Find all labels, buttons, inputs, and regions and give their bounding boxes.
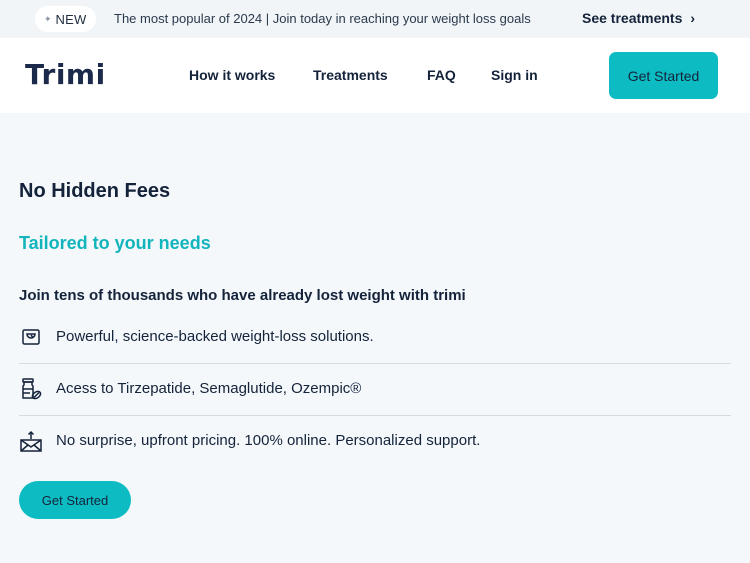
announcement-text: The most popular of 2024 | Join today in… xyxy=(114,11,531,26)
logo[interactable]: Trimi xyxy=(25,58,106,92)
navbar: Trimi How it works Treatments FAQ Sign i… xyxy=(0,38,750,113)
intro-text: Join tens of thousands who have already … xyxy=(19,287,466,304)
new-badge: ✦ NEW xyxy=(35,6,96,32)
announcement-bar: ✦ NEW The most popular of 2024 | Join to… xyxy=(0,0,750,38)
feature-item: Acess to Tirzepatide, Semaglutide, Ozemp… xyxy=(19,364,731,416)
see-treatments-label: See treatments xyxy=(582,10,683,26)
chevron-right-icon: › xyxy=(690,10,696,26)
sparkle-icon: ✦ xyxy=(44,13,52,24)
nav-link-treatments[interactable]: Treatments xyxy=(313,67,388,83)
feature-text: Acess to Tirzepatide, Semaglutide, Ozemp… xyxy=(56,380,362,397)
get-started-button-nav[interactable]: Get Started xyxy=(609,52,718,99)
pill-bottle-icon xyxy=(19,377,43,401)
feature-item: Powerful, science-backed weight-loss sol… xyxy=(19,312,731,364)
nav-link-how-it-works[interactable]: How it works xyxy=(189,67,275,83)
new-badge-label: NEW xyxy=(55,11,87,27)
feature-item: No surprise, upfront pricing. 100% onlin… xyxy=(19,416,731,468)
section-title: No Hidden Fees xyxy=(19,180,171,202)
see-treatments-link[interactable]: See treatments › xyxy=(582,10,695,26)
scale-icon xyxy=(19,325,43,349)
get-started-button[interactable]: Get Started xyxy=(19,481,131,519)
nav-link-faq[interactable]: FAQ xyxy=(427,67,456,83)
feature-text: Powerful, science-backed weight-loss sol… xyxy=(56,328,374,345)
envelope-icon xyxy=(19,429,43,453)
section-subtitle: Tailored to your needs xyxy=(19,233,211,253)
nav-link-sign-in[interactable]: Sign in xyxy=(491,67,538,83)
feature-text: No surprise, upfront pricing. 100% onlin… xyxy=(56,432,481,449)
